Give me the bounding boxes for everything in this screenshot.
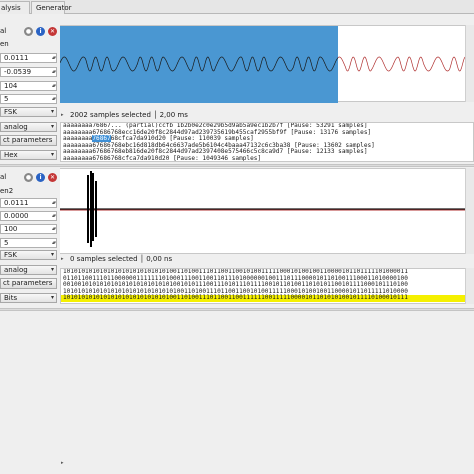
signal2-info-icon[interactable]: i bbox=[36, 173, 45, 182]
signal2-noise-field[interactable]: 0.0111 bbox=[0, 198, 57, 208]
signal2-name-label: al bbox=[0, 173, 7, 181]
signal1-autodetect-button[interactable]: ct parameters bbox=[0, 135, 57, 146]
signal1-status-text: 2002 samples selected │ 2,00 ms bbox=[70, 111, 188, 119]
signal1-tolerance-field[interactable]: 5 bbox=[0, 94, 57, 104]
signal2-view-select[interactable]: analog ▾ bbox=[0, 265, 57, 275]
signal2-bit-length-field[interactable]: 100 bbox=[0, 224, 57, 234]
signal1-view-value: analog bbox=[4, 123, 28, 131]
collapse-icon[interactable]: ▸ bbox=[61, 254, 64, 265]
signal1-proto-format-value: Hex bbox=[4, 151, 18, 159]
signal1-name-value: en bbox=[0, 40, 9, 48]
signal1-modulation-select[interactable]: FSK ▾ bbox=[0, 107, 57, 117]
signal1-waveform bbox=[59, 26, 474, 103]
signal2-status: ▸ 0 samples selected │ 0,00 ns bbox=[60, 254, 474, 265]
signal2-bit-line-highlighted: 1010101010101010101010101010100110100111… bbox=[61, 295, 473, 302]
signal2-modulation-value: FSK bbox=[4, 251, 17, 259]
signal2-control-panel: al ● i ✕ en2 0.0111 0.0000 100 5 FSK ▾ an… bbox=[0, 168, 62, 308]
signal1-modulation-value: FSK bbox=[4, 108, 17, 116]
signal1-name-label: al bbox=[0, 27, 7, 35]
signal2-protocol-text[interactable]: 1010101010101010101010101010100110100111… bbox=[60, 268, 474, 304]
signal2-lock-icon[interactable]: ● bbox=[24, 173, 33, 182]
signal2-close-icon[interactable]: ✕ bbox=[48, 173, 57, 182]
signal1-trace-unselected bbox=[337, 56, 474, 72]
chevron-down-icon: ▾ bbox=[50, 266, 54, 273]
signal2-proto-format-select[interactable]: Bits ▾ bbox=[0, 293, 57, 303]
signal2-view[interactable] bbox=[60, 168, 474, 254]
chevron-down-icon: ▾ bbox=[50, 123, 54, 130]
signal1-view[interactable] bbox=[59, 25, 474, 103]
tab-bar: alysis Generator bbox=[0, 0, 474, 14]
signal1-info-icon[interactable]: i bbox=[36, 27, 45, 36]
chevron-down-icon: ▾ bbox=[50, 108, 54, 115]
bottom-status: ▸ bbox=[60, 458, 474, 469]
tab-analysis-label: alysis bbox=[1, 4, 21, 12]
signal1-protocol-text[interactable]: aaaaaaaa76867... (partial)ccfb 1b2b0e2c0… bbox=[60, 122, 474, 162]
signal1-lock-icon[interactable]: ● bbox=[24, 27, 33, 36]
collapse-icon[interactable]: ▸ bbox=[61, 458, 64, 469]
signal1-scrollbar[interactable] bbox=[465, 25, 474, 102]
signal1-view-select[interactable]: analog ▾ bbox=[0, 122, 57, 132]
app-window: alysis Generator al ● i ✕ en 0.0111 -0.0… bbox=[0, 0, 474, 474]
chevron-down-icon: ▾ bbox=[50, 151, 54, 158]
chevron-down-icon: ▾ bbox=[50, 294, 54, 301]
splitter[interactable] bbox=[0, 164, 474, 167]
signal2-modulation-select[interactable]: FSK ▾ bbox=[0, 250, 57, 260]
signal1-center-field[interactable]: -0.0539 bbox=[0, 67, 57, 77]
signal1-close-icon[interactable]: ✕ bbox=[48, 27, 57, 36]
signal2-scrollbar[interactable] bbox=[465, 168, 474, 254]
empty-area bbox=[60, 312, 474, 468]
signal1-status: ▸ 2002 samples selected │ 2,00 ms bbox=[60, 110, 474, 121]
signal2-status-text: 0 samples selected │ 0,00 ns bbox=[70, 255, 173, 263]
signal2-proto-format-value: Bits bbox=[4, 294, 18, 302]
tab-generator-label: Generator bbox=[36, 4, 72, 12]
signal1-proto-format-select[interactable]: Hex ▾ bbox=[0, 150, 57, 160]
signal2-name-value: en2 bbox=[0, 187, 14, 195]
signal1-control-panel: al ● i ✕ en 0.0111 -0.0539 104 5 FSK ▾ an… bbox=[0, 20, 62, 160]
signal2-tolerance-field[interactable]: 5 bbox=[0, 238, 57, 248]
signal2-text-scrollbar[interactable] bbox=[465, 268, 474, 304]
collapse-icon[interactable]: ▸ bbox=[61, 110, 64, 121]
signal1-bit-line: aaaaaaaa67686768cfca7da910d20 [Pause: 10… bbox=[63, 154, 262, 162]
signal2-autodetect-button[interactable]: ct parameters bbox=[0, 278, 57, 289]
tab-generator[interactable]: Generator bbox=[31, 1, 72, 14]
signal2-view-value: analog bbox=[4, 266, 28, 274]
signal2-waveform bbox=[60, 171, 474, 247]
signal1-noise-field[interactable]: 0.0111 bbox=[0, 53, 57, 63]
signal2-center-field[interactable]: 0.0000 bbox=[0, 211, 57, 221]
signal1-selection bbox=[60, 26, 338, 103]
splitter[interactable] bbox=[0, 308, 474, 311]
tab-analysis[interactable]: alysis bbox=[0, 1, 30, 14]
signal1-bit-length-field[interactable]: 104 bbox=[0, 81, 57, 91]
chevron-down-icon: ▾ bbox=[50, 251, 54, 258]
